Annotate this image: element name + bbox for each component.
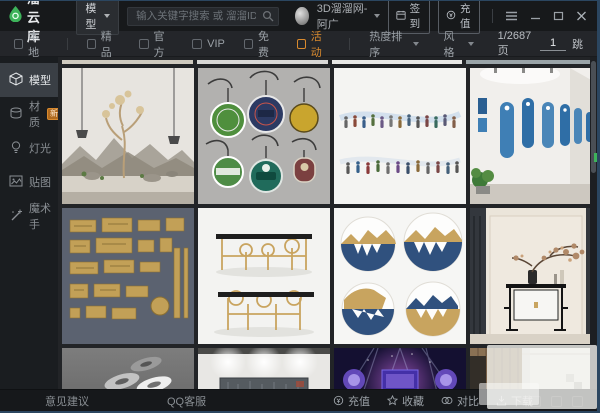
thumbnail-disc-components[interactable]	[62, 348, 194, 389]
filterbar: 本地 精品 官方 VIP 免费 活动 热度排序 风格 1/2687页 跳	[0, 31, 597, 57]
filter-label: 本地	[28, 28, 48, 60]
sidebar: 模型 材质 新 灯光 贴图 魔术手	[0, 57, 58, 389]
maximize-icon[interactable]	[553, 11, 564, 21]
watermark-overlay	[479, 383, 539, 405]
filter-premium[interactable]: 精品	[87, 28, 121, 60]
favorite-action[interactable]: 收藏	[387, 393, 424, 409]
sort-dropdown[interactable]: 热度排序	[369, 28, 419, 60]
sidebar-item-models[interactable]: 模型	[0, 63, 58, 97]
thumbnail-gold-carvings[interactable]	[62, 208, 194, 344]
chevron-down-icon	[468, 42, 474, 46]
recharge-action[interactable]: 充值	[333, 393, 370, 409]
thumbnail-grid	[62, 68, 597, 389]
filter-local[interactable]: 本地	[14, 28, 48, 60]
filter-label: VIP	[207, 38, 225, 50]
divider	[492, 9, 493, 23]
thumbnail-gold-bar-table[interactable]	[198, 208, 330, 344]
menu-icon[interactable]	[505, 11, 518, 21]
compare-action[interactable]: 对比	[441, 393, 479, 409]
chevron-down-icon	[413, 42, 419, 46]
checkbox	[297, 39, 306, 49]
avatar[interactable]	[295, 7, 309, 25]
thumbnail-stage-lighting[interactable]	[334, 348, 466, 389]
sidebar-item-label: 魔术手	[29, 200, 58, 232]
coin-icon	[446, 10, 456, 23]
sidebar-item-label: 模型	[29, 72, 51, 88]
sidebar-item-materials[interactable]: 材质 新	[0, 97, 58, 131]
scrollbar-marker	[594, 153, 597, 162]
picture-icon	[9, 174, 23, 191]
sidebar-item-label: 材质	[29, 98, 40, 130]
sidebar-item-label: 贴图	[29, 174, 51, 190]
chevron-down-icon	[104, 14, 110, 18]
thumbnail-console-table[interactable]	[470, 208, 597, 344]
thumbnail-sign-boards[interactable]	[198, 68, 330, 204]
calendar-icon	[396, 10, 406, 23]
filter-label: 活动	[311, 28, 331, 60]
previous-row-slivers	[62, 60, 597, 64]
scrollbar[interactable]	[590, 57, 597, 389]
thumbnail-culture-wall[interactable]	[470, 68, 597, 204]
sidebar-item-label: 灯光	[29, 140, 51, 156]
filter-label: 免费	[258, 28, 278, 60]
style-dropdown[interactable]: 风格	[443, 28, 473, 60]
pagination: 1/2687页 跳	[498, 30, 583, 58]
window-controls	[505, 11, 587, 21]
style-label: 风格	[443, 28, 462, 60]
divider	[349, 38, 350, 50]
checkbox	[192, 39, 202, 49]
filter-free[interactable]: 免费	[244, 28, 278, 60]
close-icon[interactable]	[576, 11, 587, 21]
search-wrap	[127, 6, 279, 26]
filter-vip[interactable]: VIP	[192, 38, 225, 50]
titlebar: 溜云库 模型 3D溜溜网-阿广 签到 充值	[0, 1, 597, 31]
jump-button[interactable]: 跳	[572, 36, 583, 52]
action-label: 充值	[348, 393, 370, 409]
checkbox	[139, 39, 148, 49]
app-window: 溜云库 模型 3D溜溜网-阿广 签到 充值	[0, 0, 600, 413]
magic-wand-icon	[9, 208, 23, 225]
compare-icon	[441, 395, 453, 406]
material-icon	[9, 106, 23, 123]
checkbox	[87, 39, 96, 49]
checkbox	[244, 39, 253, 49]
cube-icon	[9, 72, 23, 89]
qq-service-link[interactable]: QQ客服	[167, 393, 206, 409]
recharge-label: 充值	[460, 1, 472, 31]
coin-icon	[333, 395, 344, 406]
sidebar-item-textures[interactable]: 贴图	[0, 165, 58, 199]
action-label: 对比	[457, 393, 479, 409]
thumbnail-reception-wall[interactable]	[198, 348, 330, 389]
divider	[67, 38, 68, 50]
page-info: 1/2687页	[498, 30, 534, 58]
filter-official[interactable]: 官方	[139, 28, 173, 60]
minimize-icon[interactable]	[530, 11, 541, 21]
chevron-down-icon	[374, 14, 380, 18]
sort-label: 热度排序	[369, 28, 408, 60]
signin-label: 签到	[410, 1, 422, 31]
search-input[interactable]	[127, 7, 279, 26]
bulb-icon	[9, 140, 23, 157]
star-icon	[387, 395, 398, 406]
thumbnail-wall-discs[interactable]	[334, 208, 466, 344]
drop-logo-icon	[8, 5, 23, 27]
action-label: 收藏	[402, 393, 424, 409]
content-area	[58, 57, 597, 389]
checkbox	[14, 39, 23, 49]
search-icon[interactable]	[262, 9, 274, 27]
filter-label: 官方	[154, 28, 174, 60]
feedback-link[interactable]: 意见建议	[45, 393, 89, 409]
thumbnail-people-cutouts[interactable]	[334, 68, 466, 204]
filter-label: 精品	[101, 28, 121, 60]
sidebar-item-lights[interactable]: 灯光	[0, 131, 58, 165]
filter-activity[interactable]: 活动	[297, 28, 331, 60]
page-input[interactable]	[540, 37, 566, 51]
sidebar-item-magic-hand[interactable]: 魔术手	[0, 199, 58, 233]
thumbnail-zen-garden[interactable]	[62, 68, 194, 204]
